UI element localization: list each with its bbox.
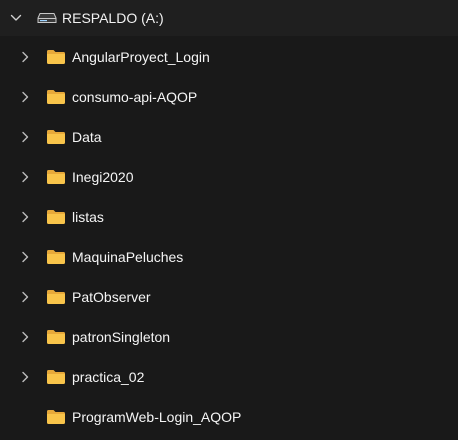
folder-label: practica_02 bbox=[72, 369, 145, 385]
chevron-right-icon[interactable] bbox=[18, 210, 32, 224]
tree-item-folder[interactable]: ProgramWeb-Login_AQOP bbox=[0, 397, 458, 437]
chevron-down-icon[interactable] bbox=[9, 11, 23, 25]
tree-item-folder[interactable]: patronSingleton bbox=[0, 317, 458, 357]
folder-icon bbox=[46, 89, 66, 105]
tree-item-folder[interactable]: PatObserver bbox=[0, 277, 458, 317]
chevron-right-icon[interactable] bbox=[18, 290, 32, 304]
folder-icon bbox=[46, 329, 66, 345]
folder-icon bbox=[46, 249, 66, 265]
chevron-right-icon[interactable] bbox=[18, 170, 32, 184]
chevron-right-icon[interactable] bbox=[18, 50, 32, 64]
folder-label: Data bbox=[72, 129, 102, 145]
folder-icon bbox=[46, 209, 66, 225]
folder-label: consumo-api-AQOP bbox=[72, 89, 198, 105]
chevron-right-icon[interactable] bbox=[18, 90, 32, 104]
drive-icon bbox=[37, 12, 57, 24]
folder-label: patronSingleton bbox=[72, 329, 171, 345]
tree-item-folder[interactable]: Inegi2020 bbox=[0, 157, 458, 197]
folder-label: listas bbox=[72, 209, 104, 225]
tree-item-folder[interactable]: MaquinaPeluches bbox=[0, 237, 458, 277]
folder-label: PatObserver bbox=[72, 289, 151, 305]
tree-item-drive[interactable]: RESPALDO (A:) bbox=[0, 0, 458, 36]
folder-icon bbox=[46, 169, 66, 185]
folder-icon bbox=[46, 409, 66, 425]
tree-item-folder[interactable]: listas bbox=[0, 197, 458, 237]
folder-label: ProgramWeb-Login_AQOP bbox=[72, 409, 242, 425]
chevron-right-icon[interactable] bbox=[18, 330, 32, 344]
folder-icon bbox=[46, 129, 66, 145]
folder-icon bbox=[46, 289, 66, 305]
folder-icon bbox=[46, 369, 66, 385]
chevron-right-icon[interactable] bbox=[18, 250, 32, 264]
folder-label: AngularProyect_Login bbox=[72, 49, 210, 65]
tree-item-folder[interactable]: consumo-api-AQOP bbox=[0, 77, 458, 117]
folder-label: MaquinaPeluches bbox=[72, 249, 184, 265]
tree-item-folder[interactable]: AngularProyect_Login bbox=[0, 37, 458, 77]
folder-icon bbox=[46, 49, 66, 65]
drive-label: RESPALDO (A:) bbox=[62, 10, 164, 26]
tree-item-folder[interactable]: Data bbox=[0, 117, 458, 157]
chevron-right-icon[interactable] bbox=[18, 130, 32, 144]
chevron-right-icon[interactable] bbox=[18, 370, 32, 384]
tree-item-folder[interactable]: practica_02 bbox=[0, 357, 458, 397]
folder-label: Inegi2020 bbox=[72, 169, 134, 185]
folder-tree: RESPALDO (A:) AngularProyect_Loginconsum… bbox=[0, 0, 458, 440]
